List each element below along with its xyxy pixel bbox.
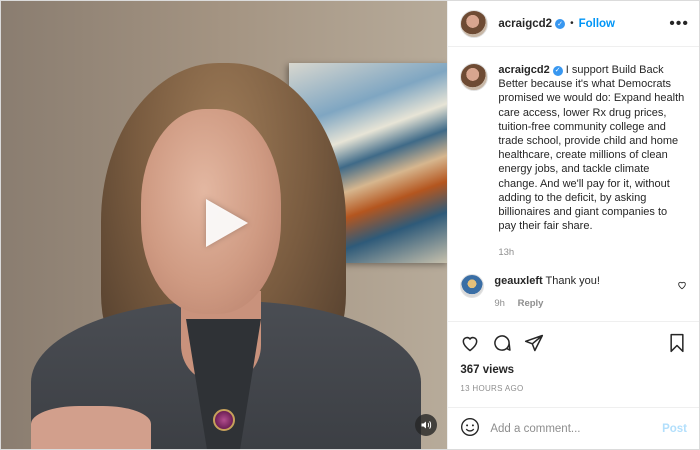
sound-icon[interactable]	[415, 414, 437, 436]
caption-time: 13h	[498, 247, 515, 259]
header-separator: •	[570, 18, 574, 29]
caption: acraigcd2 ✓ I support Build Back Better b…	[460, 63, 687, 258]
action-icons	[460, 330, 687, 356]
comment-time: 9h	[494, 297, 505, 309]
avatar[interactable]	[460, 63, 489, 91]
heart-icon[interactable]	[460, 333, 480, 353]
caption-text: acraigcd2 ✓ I support Build Back Better b…	[498, 63, 687, 233]
more-icon[interactable]: •••	[669, 15, 689, 32]
avatar[interactable]	[460, 274, 485, 299]
avatar[interactable]	[460, 9, 489, 38]
emoji-icon[interactable]	[460, 417, 480, 440]
heart-icon[interactable]	[677, 280, 687, 293]
comment-input[interactable]	[490, 422, 663, 435]
video-person-hands	[31, 406, 151, 449]
side-panel: acraigcd2 ✓ • Follow ••• acraigcd2 ✓ I su…	[447, 1, 699, 449]
follow-button[interactable]: Follow	[579, 18, 615, 30]
views-count[interactable]: 367 views	[460, 364, 687, 376]
comment-meta: 9h Reply	[494, 298, 687, 309]
caption-username[interactable]: acraigcd2	[498, 64, 549, 76]
reply-button[interactable]: Reply	[518, 298, 544, 309]
post-button[interactable]: Post	[662, 423, 687, 435]
post-actions: 367 views 13 HOURS AGO	[448, 321, 699, 407]
comment-text: geauxleft Thank you!	[494, 274, 687, 288]
video-player[interactable]	[1, 1, 448, 449]
verified-icon: ✓	[552, 66, 563, 77]
header-username[interactable]: acraigcd2	[498, 18, 552, 30]
instagram-post: acraigcd2 ✓ • Follow ••• acraigcd2 ✓ I su…	[0, 0, 700, 450]
share-icon[interactable]	[524, 333, 544, 353]
post-date[interactable]: 13 HOURS AGO	[460, 384, 687, 393]
bookmark-icon[interactable]	[667, 333, 687, 353]
comments-section[interactable]: acraigcd2 ✓ I support Build Back Better b…	[448, 47, 699, 321]
comment-username[interactable]: geauxleft	[494, 275, 542, 287]
caption-body: I support Build Back Better because it's…	[498, 64, 685, 233]
comment-body: Thank you!	[545, 275, 600, 288]
post-header: acraigcd2 ✓ • Follow •••	[448, 1, 699, 47]
play-icon[interactable]	[206, 199, 248, 247]
comment-icon[interactable]	[492, 333, 512, 353]
video-pendant	[213, 409, 235, 431]
add-comment-bar: Post	[448, 407, 699, 449]
verified-icon: ✓	[555, 18, 566, 29]
comment-item: geauxleft Thank you! 9h Reply	[460, 274, 687, 309]
